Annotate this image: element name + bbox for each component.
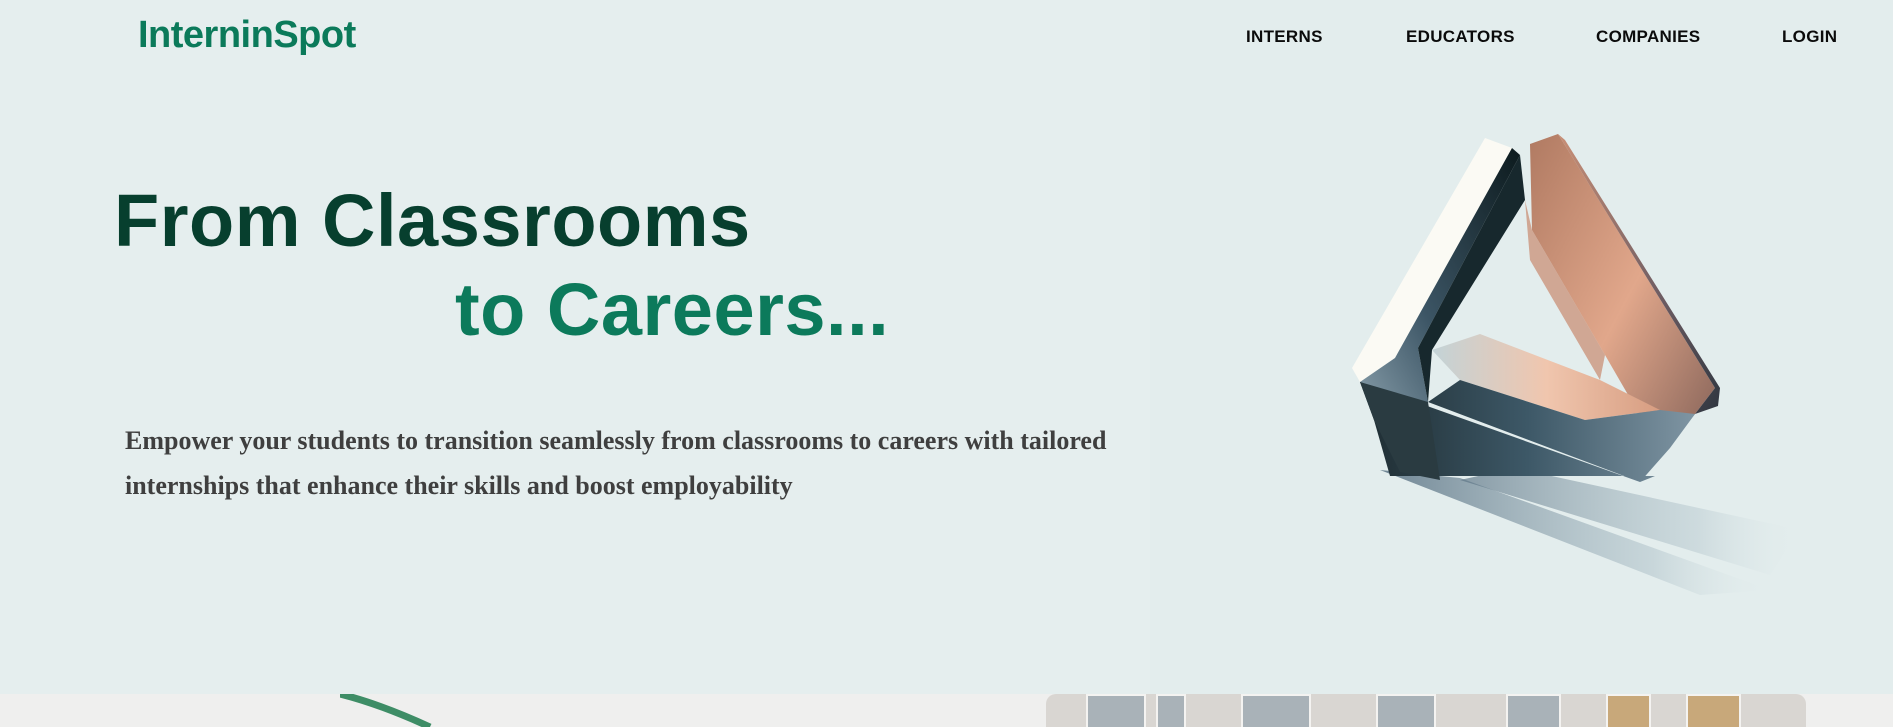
nav-companies[interactable]: COMPANIES xyxy=(1596,27,1700,47)
hero-headline-line1: From Classrooms xyxy=(114,179,751,262)
hero-headline-line2: to Careers... xyxy=(455,268,890,351)
nav-interns[interactable]: INTERNS xyxy=(1246,27,1323,47)
hero-section: InterninSpot INTERNS EDUCATORS COMPANIES… xyxy=(0,0,1893,694)
site-logo[interactable]: InterninSpot xyxy=(138,14,356,57)
nav-educators[interactable]: EDUCATORS xyxy=(1406,27,1515,47)
hero-description: Empower your students to transition seam… xyxy=(125,426,1107,500)
decorative-curve xyxy=(340,694,432,727)
next-section-preview xyxy=(0,694,1893,727)
impossible-triangle-icon xyxy=(1352,134,1800,595)
nav-login[interactable]: LOGIN xyxy=(1782,27,1837,47)
building-photo xyxy=(1046,694,1806,727)
